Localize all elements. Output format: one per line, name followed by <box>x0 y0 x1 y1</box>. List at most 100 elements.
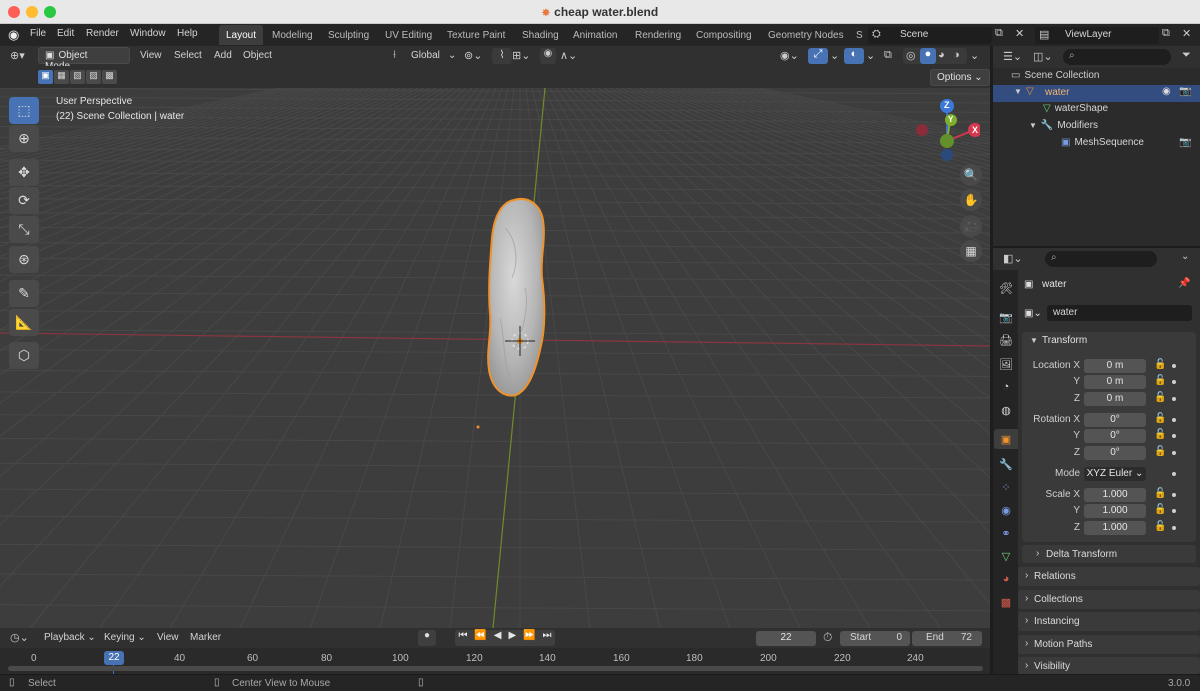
select-intersect-icon[interactable]: ▩ <box>102 70 117 84</box>
start-frame-field[interactable]: Start 0 <box>840 631 910 646</box>
mode-dropdown[interactable]: ▣Object Mode⌄ <box>38 47 130 72</box>
solid-shading-icon[interactable]: ● <box>920 48 936 64</box>
output-tab-icon[interactable]: 🖨 <box>996 330 1016 350</box>
keyframe-dot-icon[interactable] <box>1172 380 1176 384</box>
tool-tab-icon[interactable]: 🛠 <box>996 278 1016 298</box>
keyframe-dot-icon[interactable] <box>1172 364 1176 368</box>
zoom-view-icon[interactable]: 🔍 <box>960 164 982 186</box>
lock-icon[interactable]: 🔓 <box>1154 429 1166 440</box>
camera-icon[interactable]: 📷 <box>1179 137 1191 148</box>
object-name-field[interactable]: water <box>1047 305 1192 321</box>
tab-texture-paint[interactable]: Texture Paint <box>440 25 512 45</box>
tab-sculpting[interactable]: Sculpting <box>321 25 376 45</box>
record-keyframe-icon[interactable]: ● <box>418 630 436 646</box>
annotate-tool[interactable]: ✎ <box>9 280 39 307</box>
lock-icon[interactable]: 🔓 <box>1154 359 1166 370</box>
collections-panel[interactable]: › Collections <box>1018 590 1200 609</box>
blender-logo-icon[interactable]: ◉ <box>8 27 19 43</box>
lock-icon[interactable]: 🔓 <box>1154 413 1166 424</box>
transform-tool[interactable]: ⊛ <box>9 246 39 273</box>
menu-edit[interactable]: Edit <box>57 28 74 39</box>
orientation-dropdown[interactable]: Global <box>411 50 440 61</box>
world-tab-icon[interactable]: ◍ <box>996 400 1016 420</box>
prev-keyframe-icon[interactable]: ⏪ <box>474 630 486 646</box>
viewlayer-selector[interactable]: ▤ ViewLayer <box>1035 27 1159 44</box>
tab-scripting[interactable]: S <box>853 25 866 45</box>
view-layer-tab-icon[interactable]: 🖼 <box>996 354 1016 374</box>
lock-icon[interactable]: 🔓 <box>1154 392 1166 403</box>
measure-tool[interactable]: 📐 <box>9 309 39 336</box>
outliner-editor-type-icon[interactable]: ☰⌄ <box>1003 50 1022 63</box>
playhead-frame[interactable]: 22 <box>104 651 124 665</box>
lock-icon[interactable]: 🔓 <box>1154 488 1166 499</box>
snap-target-icon[interactable]: ⊞⌄ <box>512 49 530 62</box>
select-subtract-icon[interactable]: ▧ <box>70 70 85 84</box>
viewport-menu-add[interactable]: Add <box>214 50 232 61</box>
pivot-point-icon[interactable]: ⊚⌄ <box>464 49 482 62</box>
wireframe-shading-icon[interactable]: ◎ <box>906 49 916 62</box>
outliner-row-water[interactable]: ▼ ▽ water ◉ 📷 <box>993 85 1200 102</box>
editor-type-icon[interactable]: ⊕▾ <box>10 49 25 62</box>
rotation-x-field[interactable]: 0° <box>1084 413 1146 427</box>
scale-x-field[interactable]: 1.000 <box>1084 488 1146 502</box>
delta-transform-subpanel[interactable]: › Delta Transform <box>1022 545 1196 563</box>
pan-view-icon[interactable]: ✋ <box>960 189 982 211</box>
keyframe-dot-icon[interactable] <box>1172 472 1176 476</box>
move-tool[interactable]: ✥ <box>9 159 39 186</box>
tab-compositing[interactable]: Compositing <box>689 25 759 45</box>
relations-panel[interactable]: › Relations <box>1018 567 1200 586</box>
tab-modeling[interactable]: Modeling <box>265 25 320 45</box>
timeline-menu-marker[interactable]: Marker <box>190 632 221 643</box>
panel-collapse-icon[interactable]: ▼ <box>1030 336 1038 345</box>
rotation-z-field[interactable]: 0° <box>1084 446 1146 460</box>
scene-selector[interactable]: ⛭ Scene <box>868 27 992 44</box>
viewport-menu-select[interactable]: Select <box>174 50 202 61</box>
motion-paths-panel[interactable]: › Motion Paths <box>1018 635 1200 654</box>
camera-icon[interactable]: 📷 <box>1179 86 1191 97</box>
chevron-down-icon[interactable]: ⌄ <box>866 49 875 62</box>
menu-render[interactable]: Render <box>86 28 119 39</box>
keyframe-dot-icon[interactable] <box>1172 451 1176 455</box>
timeline-scrollbar[interactable] <box>8 666 983 671</box>
scene-tab-icon[interactable]: ◔ <box>996 377 1016 397</box>
scale-y-field[interactable]: 1.000 <box>1084 504 1146 518</box>
outliner-search-input[interactable]: ⌕ <box>1063 49 1171 65</box>
current-frame-field[interactable]: 22 <box>756 631 816 646</box>
new-viewlayer-icon[interactable]: ⧉ <box>1162 27 1170 40</box>
eye-icon[interactable]: ◉ <box>1162 86 1171 97</box>
jump-start-icon[interactable]: ⏮ <box>458 630 467 646</box>
properties-search-input[interactable]: ⌕ <box>1045 251 1157 267</box>
viewport-menu-view[interactable]: View <box>140 50 162 61</box>
keyframe-dot-icon[interactable] <box>1172 509 1176 513</box>
material-tab-icon[interactable]: ◕ <box>996 569 1016 589</box>
tab-shading[interactable]: Shading <box>515 25 566 45</box>
location-z-field[interactable]: 0 m <box>1084 392 1146 406</box>
object-datablock-icon[interactable]: ▣⌄ <box>1024 308 1042 319</box>
menu-file[interactable]: File <box>30 28 46 39</box>
falloff-curve-icon[interactable]: ∧⌄ <box>560 49 577 62</box>
timeline-menu-view[interactable]: View <box>157 632 179 643</box>
tab-rendering[interactable]: Rendering <box>628 25 688 45</box>
lock-icon[interactable]: 🔓 <box>1154 375 1166 386</box>
tab-geometry-nodes[interactable]: Geometry Nodes <box>761 25 851 45</box>
properties-editor-type-icon[interactable]: ◧⌄ <box>1003 252 1023 265</box>
select-new-icon[interactable]: ▣ <box>38 70 53 84</box>
scene-collection-row[interactable]: ▭ Scene Collection <box>1011 70 1100 81</box>
tab-uv-editing[interactable]: UV Editing <box>378 25 439 45</box>
play-reverse-icon[interactable]: ◀ <box>494 630 502 646</box>
modifier-tab-icon[interactable]: 🔧 <box>996 454 1016 474</box>
timeline-editor-type-icon[interactable]: ◷⌄ <box>10 631 29 644</box>
outliner-row-meshsequence[interactable]: ▣ MeshSequence 📷 <box>1061 137 1200 148</box>
chevron-down-icon[interactable]: ⌄ <box>830 49 839 62</box>
next-keyframe-icon[interactable]: ⏩ <box>523 630 535 646</box>
keyframe-dot-icon[interactable] <box>1172 434 1176 438</box>
physics-tab-icon[interactable]: ◉ <box>996 500 1016 520</box>
select-extend-icon[interactable]: ▦ <box>54 70 69 84</box>
play-icon[interactable]: ▶ <box>508 630 516 646</box>
transform-panel-title[interactable]: Transform <box>1042 335 1087 346</box>
scale-z-field[interactable]: 1.000 <box>1084 521 1146 535</box>
tab-animation[interactable]: Animation <box>566 25 624 45</box>
end-frame-field[interactable]: End 72 <box>912 631 982 646</box>
visibility-panel[interactable]: › Visibility <box>1018 657 1200 674</box>
keyframe-dot-icon[interactable] <box>1172 397 1176 401</box>
